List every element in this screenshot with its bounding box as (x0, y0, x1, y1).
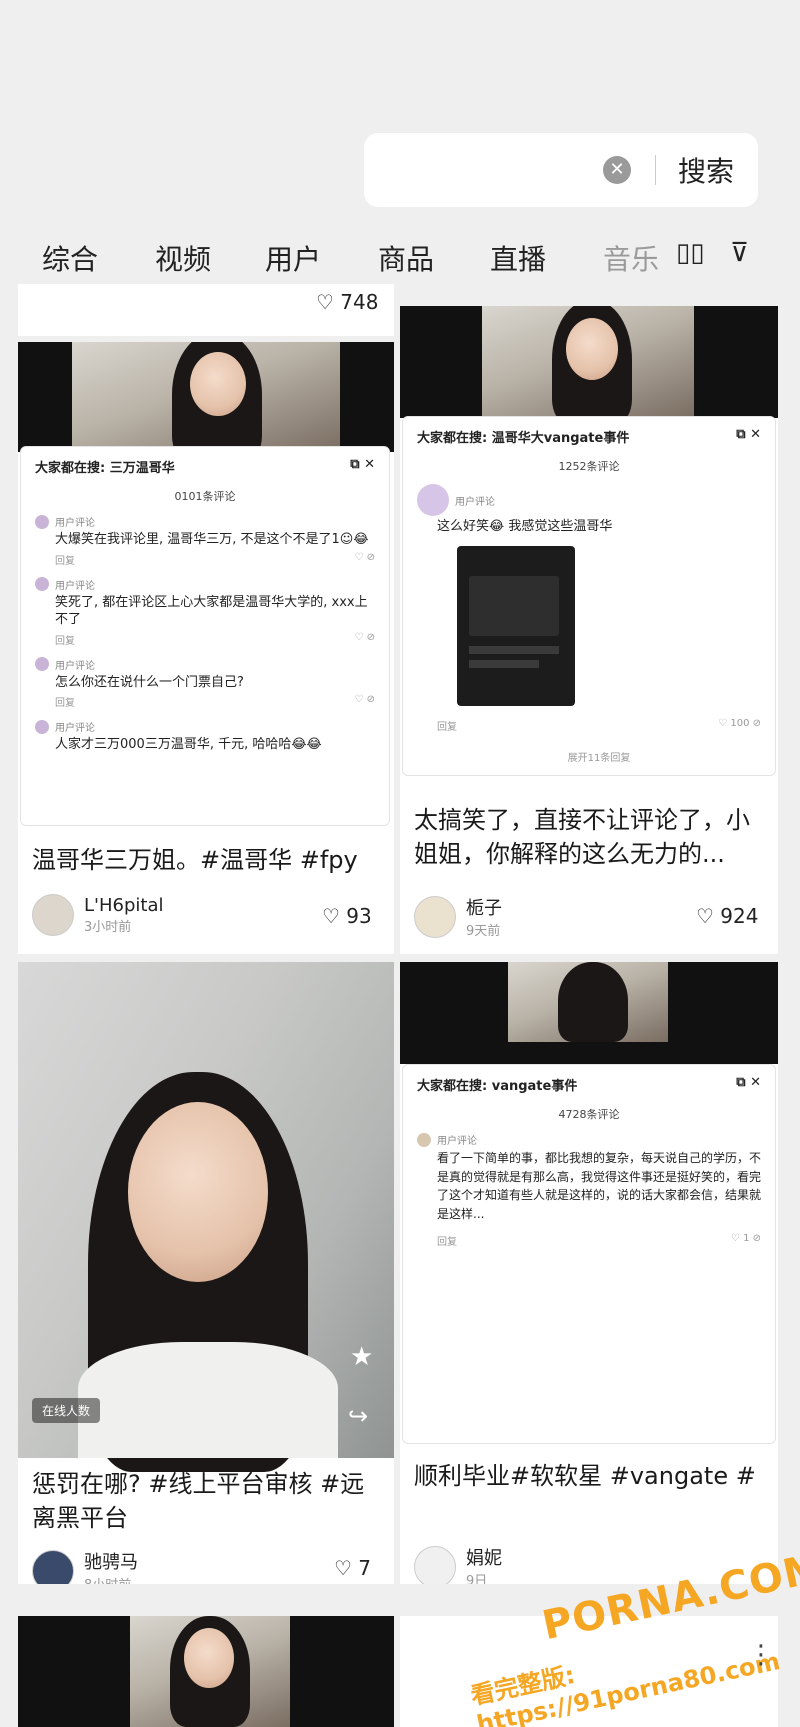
comment-text: 这么好笑😂 我感觉这些温哥华 (437, 519, 613, 534)
layout-toggle-icon[interactable]: ▯▯ (676, 238, 705, 268)
post-time: 9天前 (466, 924, 501, 939)
tab-all[interactable]: 综合 (42, 238, 98, 278)
comment-screenshot: 大家都在搜: 温哥华大vangate事件 ⧉ ✕ 1252条评论 用户评论 这么好… (402, 416, 776, 776)
comment-item: 用户评论 笑死了, 都在评论区上心大家都是温哥华大学的, xxx上不了 回复 ♡ ⊘ (35, 577, 375, 647)
person-face (190, 352, 246, 416)
comment-screenshot: 大家都在搜: 三万温哥华 ⧉ ✕ 0101条评论 用户评论 大爆笑在我评论里, 温哥… (20, 446, 390, 826)
close-icon: ⧉ ✕ (350, 457, 375, 472)
search-button[interactable]: 搜索 (678, 150, 734, 190)
close-icon: ⧉ ✕ (736, 1075, 761, 1090)
feed-card-partial[interactable]: ♡ 748 (18, 284, 394, 336)
filter-icon[interactable]: ⊽ (730, 238, 749, 268)
post-time: 8小时前 (84, 1574, 138, 1584)
video-frame (508, 962, 668, 1042)
comment-count: 4728条评论 (558, 1108, 620, 1121)
live-badge: 在线人数 (32, 1398, 101, 1423)
comment-item: 用户评论 这么好笑😂 我感觉这些温哥华 回复 ♡ 100 ⊘ 展开11条回复 (417, 484, 761, 764)
like-value: 748 (340, 290, 379, 314)
avatar (414, 1545, 456, 1584)
comment-count: 0101条评论 (174, 490, 236, 503)
close-circle-icon[interactable]: ✕ (602, 156, 631, 184)
screenshot-title: 大家都在搜: 三万温哥华 (35, 461, 175, 476)
comment-text: 笑死了, 都在评论区上心大家都是温哥华大学的, xxx上不了 (55, 594, 368, 628)
comment-screenshot: 大家都在搜: vangate事件 ⧉ ✕ 4728条评论 用户评论 看了一下简单的… (402, 1064, 776, 1444)
comment-like-value: 100 (730, 717, 750, 729)
like-count: ♡ 748 (316, 290, 379, 314)
video-frame (482, 306, 694, 424)
more-icon[interactable]: ⋮ (748, 1640, 774, 1670)
tab-videos[interactable]: 视频 (155, 238, 211, 278)
like-button[interactable]: ♡ 7 (334, 1556, 371, 1580)
comment-item: 用户评论 怎么你还在说什么一个门票自己? 回复 ♡ ⊘ (35, 657, 375, 709)
feed-card-1[interactable]: 大家都在搜: 三万温哥华 ⧉ ✕ 0101条评论 用户评论 大爆笑在我评论里, 温哥… (18, 342, 394, 954)
share-icon: ↪ (348, 1402, 369, 1430)
feed-card-3[interactable]: ★ ↪ 在线人数 惩罚在哪? #线上平台审核 #远离黑平台 驰骋马8小时前 ♡ … (18, 962, 394, 1584)
video-thumbnail (400, 306, 778, 424)
tab-live[interactable]: 直播 (490, 238, 546, 278)
person-face (184, 1628, 234, 1688)
tab-music[interactable]: 音乐 (603, 238, 659, 278)
like-button[interactable]: ♡ 93 (322, 904, 372, 928)
feed-card-5-partial[interactable] (18, 1616, 394, 1727)
post-time: 9日 (466, 1574, 488, 1584)
comment-count: 1252条评论 (558, 460, 620, 473)
post-caption: 温哥华三万姐。#温哥华 #fpy (32, 846, 358, 874)
avatar (32, 894, 74, 936)
comment-item: 用户评论 大爆笑在我评论里, 温哥华三万, 不是这个不是了1☺😂 回复 ♡ ⊘ (35, 514, 375, 567)
like-value: 924 (720, 904, 759, 928)
avatar (32, 1549, 74, 1584)
feed-card-2[interactable]: 大家都在搜: 温哥华大vangate事件 ⧉ ✕ 1252条评论 用户评论 这么好… (400, 306, 778, 954)
tab-products[interactable]: 商品 (378, 238, 434, 278)
person-face (128, 1102, 268, 1282)
person-hair (558, 962, 628, 1042)
filter-tabs: 综合 视频 用户 商品 直播 音乐 ▯▯ ⊽ (0, 230, 800, 282)
feed-card-4[interactable]: 大家都在搜: vangate事件 ⧉ ✕ 4728条评论 用户评论 看了一下简单的… (400, 962, 778, 1584)
video-frame (72, 342, 340, 462)
person-body (78, 1342, 338, 1458)
comment-image (457, 545, 575, 706)
video-thumbnail (18, 342, 394, 462)
author-name: 驰骋马 (84, 1552, 138, 1573)
divider (654, 155, 656, 185)
like-button[interactable]: ♡ 924 (696, 904, 758, 928)
star-icon: ★ (350, 1342, 374, 1372)
post-time: 3小时前 (84, 920, 132, 935)
post-author[interactable]: 娟妮 9日 (414, 1544, 502, 1584)
post-author[interactable]: L'H6pital 3小时前 (32, 894, 163, 936)
comment-item: 用户评论 看了一下简单的事，都比我想的复杂，每天说自己的学历，不是真的觉得就是有… (417, 1132, 761, 1248)
post-caption: 惩罚在哪? #线上平台审核 #远离黑平台 (32, 1470, 365, 1532)
post-author[interactable]: 栀子 9天前 (414, 894, 502, 939)
comment-item: 用户评论 人家才三万000三万温哥华, 千元, 哈哈哈😂😂 (35, 719, 375, 754)
comment-text: 人家才三万000三万温哥华, 千元, 哈哈哈😂😂 (55, 737, 322, 753)
like-value: 93 (346, 904, 372, 928)
video-frame (130, 1616, 290, 1727)
search-bar[interactable]: ✕ 搜索 (364, 133, 758, 207)
author-name: 栀子 (466, 898, 502, 919)
expand-replies: 展开11条回复 (567, 752, 631, 764)
avatar (414, 895, 456, 938)
post-author[interactable]: 驰骋马8小时前 (32, 1548, 138, 1584)
comment-text: 看了一下简单的事，都比我想的复杂，每天说自己的学历，不是真的觉得就是有那么高，我… (437, 1151, 762, 1221)
post-caption: 顺利毕业#软软星 #vangate # (414, 1462, 756, 1490)
author-name: 娟妮 (466, 1548, 502, 1569)
comment-like-value: 1 (743, 1233, 750, 1245)
comment-text: 大爆笑在我评论里, 温哥华三万, 不是这个不是了1☺😂 (55, 532, 369, 547)
person-face (566, 318, 618, 380)
video-thumbnail (400, 962, 778, 1064)
video-thumbnail: ★ ↪ 在线人数 (18, 962, 394, 1472)
author-name: L'H6pital (84, 895, 164, 916)
comment-text: 怎么你还在说什么一个门票自己? (55, 674, 244, 690)
tab-users[interactable]: 用户 (265, 238, 321, 278)
close-icon: ⧉ ✕ (736, 427, 761, 442)
like-value: 7 (358, 1556, 372, 1580)
post-caption: 太搞笑了，直接不让评论了，小姐姐，你解释的这么无力的... (414, 806, 750, 868)
screenshot-title: 大家都在搜: vangate事件 (417, 1079, 578, 1094)
screenshot-title: 大家都在搜: 温哥华大vangate事件 (417, 431, 630, 446)
